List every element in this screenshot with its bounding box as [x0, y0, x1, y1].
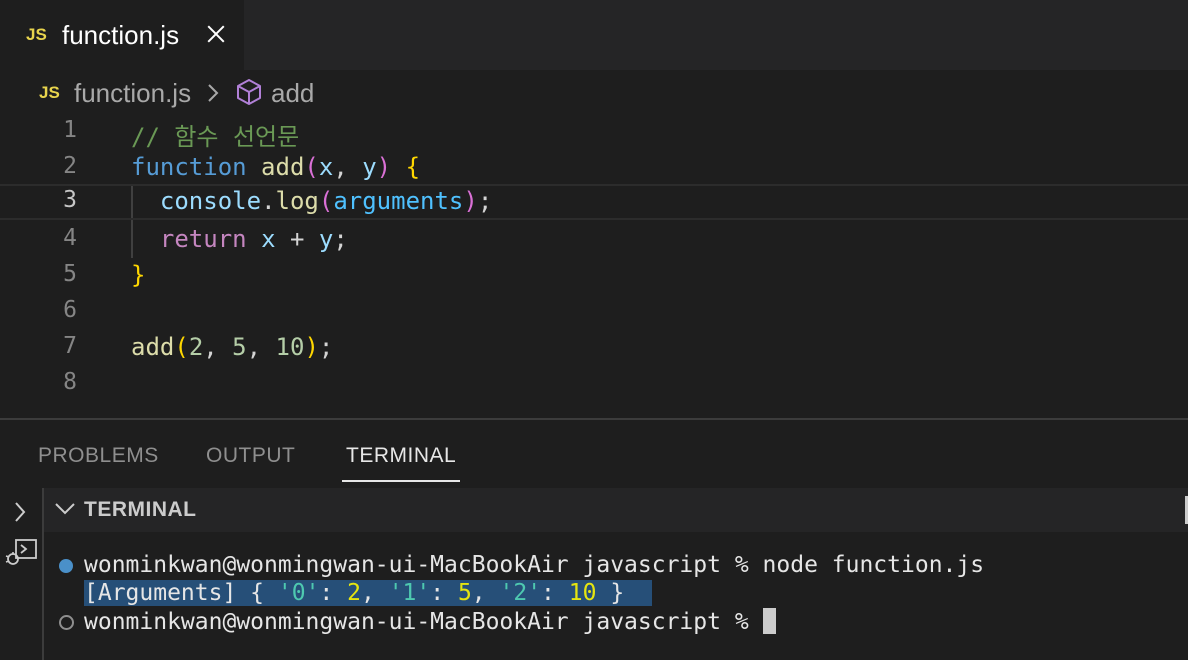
breadcrumb-file[interactable]: function.js: [74, 78, 191, 109]
code-line-active: 3 console.log(arguments);: [0, 184, 1188, 220]
comment: // 함수 선언문: [131, 123, 300, 151]
method-name: log: [275, 187, 319, 215]
terminal-prompt: wonminkwan@wonmingwan-ui-MacBookAir java…: [84, 609, 749, 635]
number: 2: [188, 333, 204, 361]
chevron-right-icon: [208, 84, 219, 102]
identifier: x: [261, 225, 276, 253]
number: 5: [232, 333, 247, 361]
tab-terminal[interactable]: TERMINAL: [346, 444, 456, 468]
keyword: return: [159, 225, 247, 253]
terminal-line: wonminkwan@wonmingwan-ui-MacBookAir java…: [84, 552, 984, 578]
code-line: 6: [0, 294, 1188, 330]
editor-tab-bar: JS function.js: [0, 0, 1188, 70]
debug-console-icon[interactable]: [4, 538, 38, 568]
terminal-output-line: [Arguments] { '0': 2, '1': 5, '2': 10 }: [84, 580, 652, 606]
code-line: 7 add(2, 5, 10);: [0, 330, 1188, 366]
code-line: 4 return x + y;: [0, 222, 1188, 258]
line-number: 5: [63, 261, 77, 287]
terminal-cursor: [762, 608, 776, 634]
identifier: console: [159, 187, 262, 215]
js-file-icon: JS: [39, 83, 60, 102]
tab-function-js[interactable]: JS function.js: [0, 0, 244, 70]
line-number: 8: [63, 369, 77, 395]
function-name: add: [131, 333, 175, 361]
command-pending-dot[interactable]: [59, 615, 74, 630]
terminal-line: wonminkwan@wonmingwan-ui-MacBookAir java…: [84, 608, 776, 635]
tab-output[interactable]: OUTPUT: [206, 444, 295, 468]
line-number: 3: [63, 187, 77, 213]
code-line: 2 function add(x, y) {: [0, 150, 1188, 186]
terminal-command: node function.js: [762, 552, 985, 578]
command-success-dot[interactable]: [59, 559, 73, 573]
code-line: 5 }: [0, 258, 1188, 294]
operator: +: [289, 225, 305, 253]
line-number: 4: [63, 225, 77, 251]
terminal-prompt: wonminkwan@wonmingwan-ui-MacBookAir java…: [84, 552, 749, 578]
panel-side-bar: [0, 488, 42, 660]
line-number: 2: [63, 153, 77, 179]
keyword: function: [131, 153, 247, 181]
brace: }: [131, 261, 146, 289]
chevron-right-icon[interactable]: [12, 500, 28, 524]
tab-problems[interactable]: PROBLEMS: [38, 444, 159, 468]
breadcrumb-symbol[interactable]: add: [271, 78, 314, 109]
close-icon[interactable]: [204, 21, 228, 47]
selected-output: [Arguments] { '0': 2, '1': 5, '2': 10 }: [84, 580, 652, 606]
terminal[interactable]: wonminkwan@wonmingwan-ui-MacBookAir java…: [44, 532, 1188, 660]
breadcrumb: JS function.js add: [0, 70, 1188, 116]
line-number: 1: [63, 117, 77, 143]
identifier: arguments: [333, 187, 464, 215]
tab-filename: function.js: [62, 20, 180, 50]
param: y: [362, 153, 377, 181]
line-number: 7: [63, 333, 77, 359]
js-file-icon: JS: [26, 25, 47, 44]
function-name: add: [261, 153, 305, 181]
code-line: 8: [0, 366, 1188, 402]
terminal-header: TERMINAL: [44, 488, 1188, 532]
terminal-title[interactable]: TERMINAL: [84, 498, 197, 522]
identifier: y: [318, 225, 334, 253]
panel-tab-bar: PROBLEMS OUTPUT TERMINAL: [0, 420, 1188, 488]
number: 10: [275, 333, 305, 361]
code-editor[interactable]: 1 // 함수 선언문 2 function add(x, y) { 3 con…: [0, 114, 1188, 418]
chevron-down-icon[interactable]: [54, 500, 76, 516]
param: x: [318, 153, 334, 181]
active-tab-indicator: [342, 480, 460, 482]
code-line: 1 // 함수 선언문: [0, 114, 1188, 151]
cube-icon: [237, 79, 261, 105]
line-number: 6: [63, 297, 77, 323]
